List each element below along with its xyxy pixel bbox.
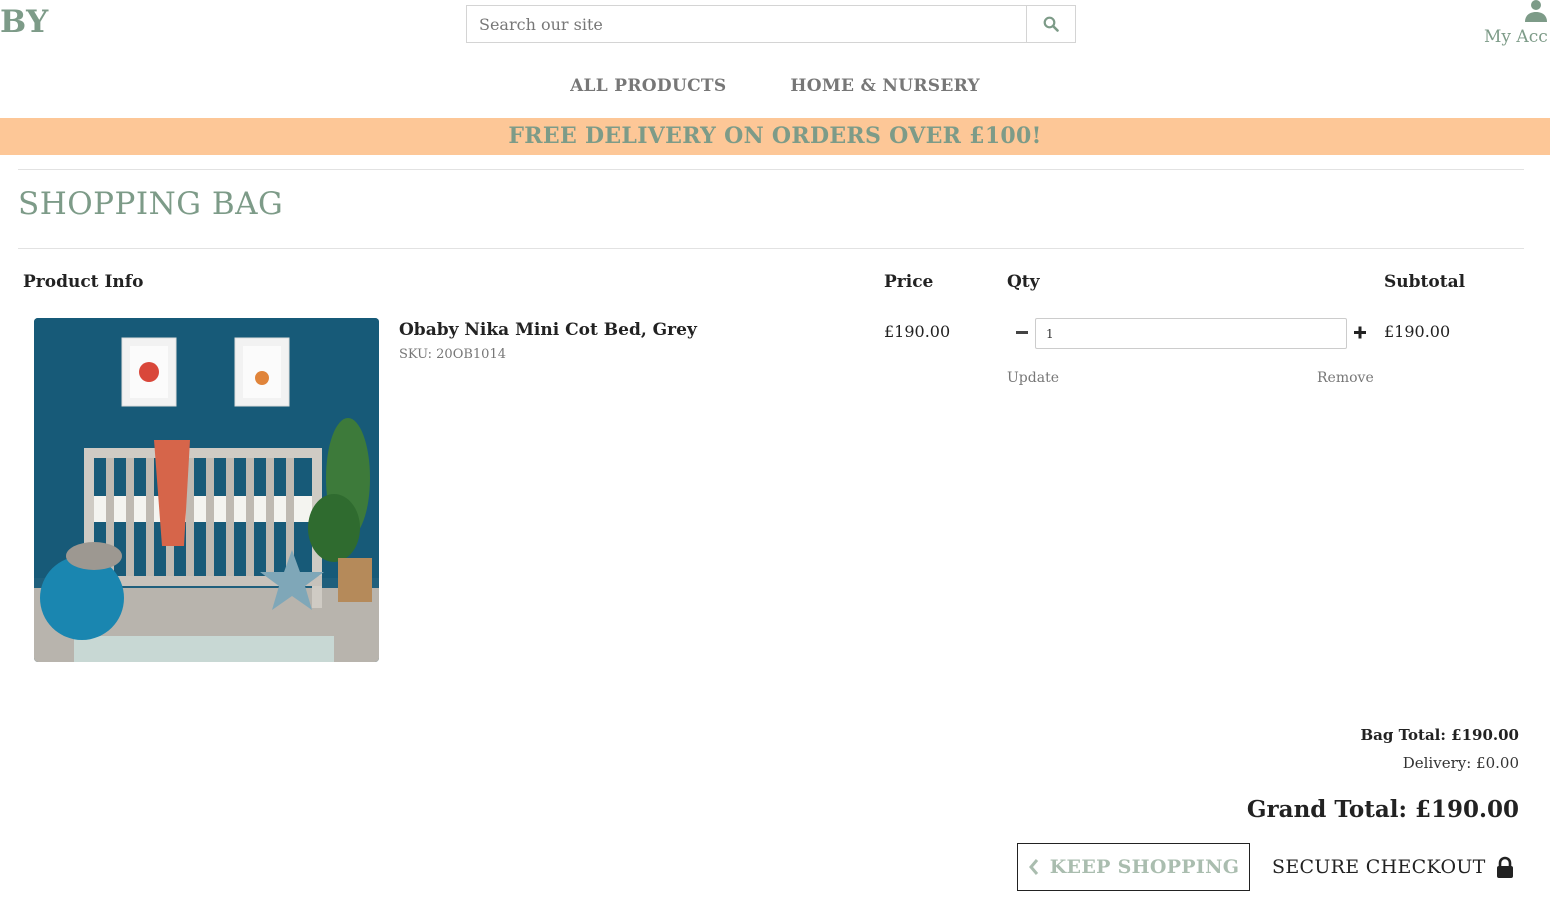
header-subtotal: Subtotal <box>1384 272 1466 292</box>
keep-shopping-button[interactable]: KEEP SHOPPING <box>1017 843 1250 891</box>
update-link[interactable]: Update <box>1007 370 1059 386</box>
chevron-left-icon <box>1028 859 1038 875</box>
search-button[interactable] <box>1026 6 1075 42</box>
row-subtotal: £190.00 <box>1384 322 1451 341</box>
nav-item-home-nursery[interactable]: HOME & NURSERY <box>790 76 980 96</box>
qty-decrement-button[interactable] <box>1014 322 1030 342</box>
product-name[interactable]: Obaby Nika Mini Cot Bed, Grey <box>399 320 697 340</box>
minus-icon <box>1016 331 1028 334</box>
header-product-info: Product Info <box>23 272 144 292</box>
grand-total: Grand Total: £190.00 <box>1246 796 1519 823</box>
qty-input[interactable] <box>1035 318 1347 349</box>
nav-item-all-products[interactable]: ALL PRODUCTS <box>570 76 726 96</box>
remove-link[interactable]: Remove <box>1317 370 1374 386</box>
delivery-cost: Delivery: £0.00 <box>1402 754 1519 772</box>
my-account-label: My Acc <box>1484 27 1548 47</box>
search-bar <box>466 5 1076 43</box>
free-delivery-banner: FREE DELIVERY ON ORDERS OVER £100! <box>0 118 1550 155</box>
secure-checkout-button[interactable]: SECURE CHECKOUT <box>1262 843 1524 891</box>
page-title: SHOPPING BAG <box>18 186 284 222</box>
divider <box>18 169 1524 170</box>
keep-shopping-label: KEEP SHOPPING <box>1049 856 1240 878</box>
search-input[interactable] <box>467 6 1026 42</box>
plus-icon <box>1354 326 1366 339</box>
lock-icon <box>1496 856 1513 878</box>
secure-checkout-label: SECURE CHECKOUT <box>1272 856 1486 878</box>
header-price: Price <box>884 272 934 292</box>
qty-increment-button[interactable] <box>1352 322 1368 342</box>
search-icon <box>1043 16 1059 32</box>
user-icon <box>1525 0 1547 22</box>
bag-total: Bag Total: £190.00 <box>1360 726 1519 744</box>
header-qty: Qty <box>1007 272 1040 292</box>
divider <box>18 248 1524 249</box>
main-nav: ALL PRODUCTS HOME & NURSERY <box>0 76 1550 96</box>
site-logo[interactable]: BY <box>0 4 49 40</box>
product-price: £190.00 <box>884 322 951 341</box>
product-image <box>34 318 379 662</box>
product-sku: SKU: 20OB1014 <box>399 347 506 362</box>
